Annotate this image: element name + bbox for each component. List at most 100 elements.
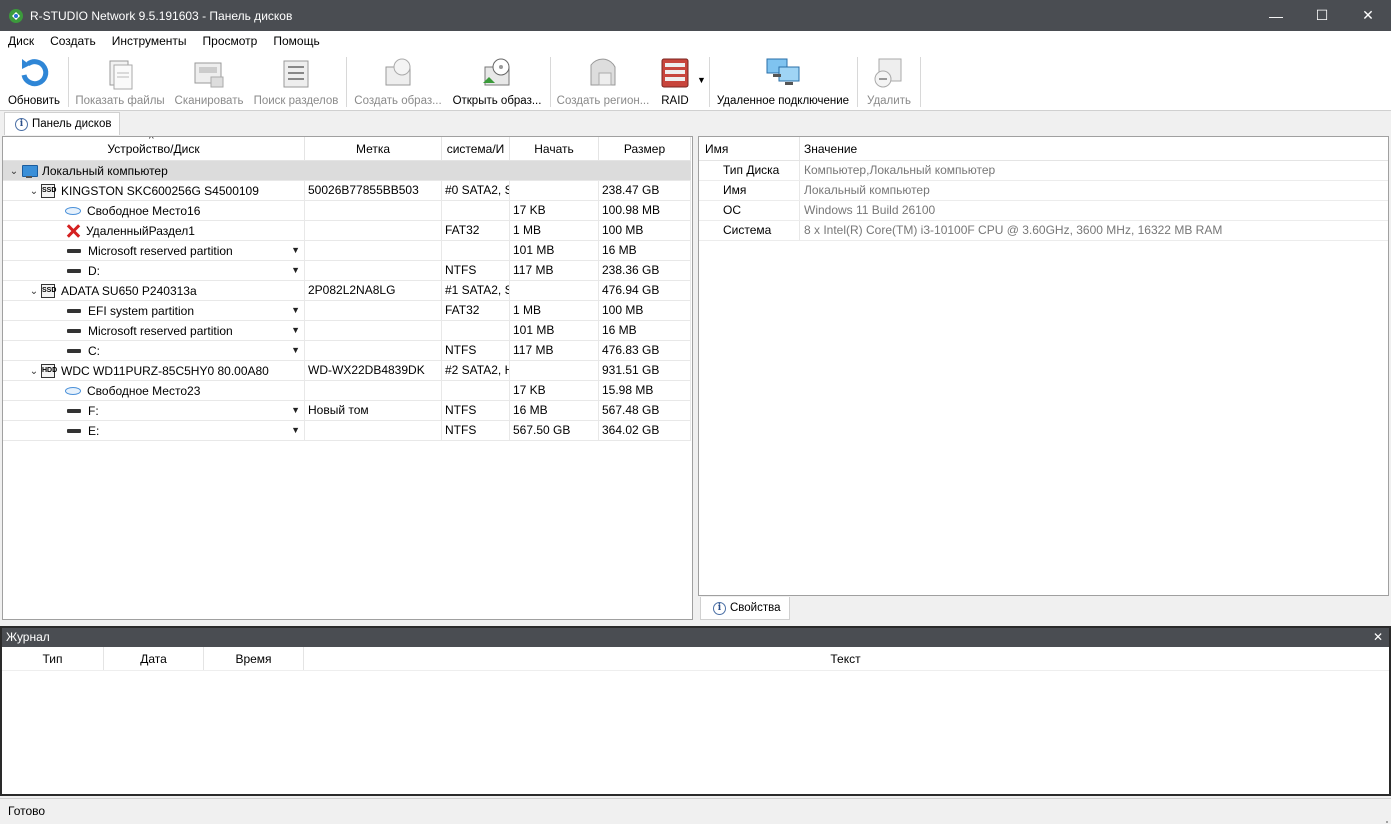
create-region-icon: [585, 55, 621, 91]
log-header: Журнал ✕: [2, 628, 1389, 647]
toolbar-separator: [920, 57, 921, 107]
disk-grid-header: ^ Устройство/Диск Метка система/И Начать…: [3, 137, 691, 161]
dropdown-arrow-icon[interactable]: ▼: [291, 241, 300, 260]
menu-disk[interactable]: Диск: [0, 31, 42, 51]
app-icon: [8, 8, 24, 24]
table-row[interactable]: Свободное Место23 17 KB 15.98 MB: [3, 381, 691, 401]
menu-help[interactable]: Помощь: [265, 31, 327, 51]
menu-tools[interactable]: Инструменты: [104, 31, 195, 51]
info-icon: i: [713, 601, 726, 615]
property-row[interactable]: Имя Локальный компьютер: [699, 181, 1388, 201]
log-title: Журнал: [6, 630, 50, 644]
property-row[interactable]: Система 8 x Intel(R) Core(TM) i3-10100F …: [699, 221, 1388, 241]
partition-icon: [67, 309, 81, 313]
column-device[interactable]: ^ Устройство/Диск: [3, 137, 305, 161]
refresh-icon: [16, 55, 52, 91]
delete-button[interactable]: Удалить: [862, 55, 916, 109]
column-type[interactable]: Тип: [2, 647, 104, 670]
tab-disk-panel[interactable]: i Панель дисков: [4, 112, 120, 135]
partition-icon: [67, 329, 81, 333]
scan-icon: [191, 55, 227, 91]
files-icon: [102, 55, 138, 91]
create-region-button[interactable]: Создать регион...: [556, 55, 650, 109]
refresh-button[interactable]: Обновить: [6, 55, 62, 109]
column-label[interactable]: Метка: [305, 137, 442, 161]
table-row[interactable]: F: ▼ Новый том NTFS 16 MB 567.48 GB: [3, 401, 691, 421]
dropdown-arrow-icon[interactable]: ▼: [291, 421, 300, 440]
partition-icon: [67, 429, 81, 433]
column-time[interactable]: Время: [204, 647, 304, 670]
open-image-button[interactable]: Открыть образ...: [450, 55, 544, 109]
table-row[interactable]: E: ▼ NTFS 567.50 GB 364.02 GB: [3, 421, 691, 441]
remote-computers-icon: [765, 55, 801, 91]
partition-icon: [67, 409, 81, 413]
minimize-button[interactable]: —: [1253, 0, 1299, 31]
tab-properties[interactable]: i Свойства: [700, 597, 790, 620]
table-row[interactable]: УдаленныйРаздел1 FAT32 1 MB 100 MB: [3, 221, 691, 241]
table-row[interactable]: ⌄ HDD WDC WD11PURZ-85C5HY0 80.00A80 WD-W…: [3, 361, 691, 381]
close-button[interactable]: ✕: [1345, 0, 1391, 31]
ssd-icon: SSD: [41, 284, 56, 298]
create-image-button[interactable]: Создать образ...: [352, 55, 444, 109]
remote-connection-button[interactable]: Удаленное подключение: [716, 55, 850, 109]
dropdown-arrow-icon[interactable]: ▼: [291, 301, 300, 320]
column-start[interactable]: Начать: [510, 137, 599, 161]
log-panel: Журнал ✕ Тип Дата Время Текст: [0, 626, 1391, 796]
menu-create[interactable]: Создать: [42, 31, 104, 51]
raid-icon: [657, 55, 693, 91]
scan-button[interactable]: Сканировать: [172, 55, 246, 109]
collapse-chevron-icon[interactable]: ⌄: [27, 362, 41, 381]
collapse-chevron-icon[interactable]: ⌄: [27, 282, 41, 301]
menu-bar: Диск Создать Инструменты Просмотр Помощь: [0, 31, 1391, 51]
table-row[interactable]: C: ▼ NTFS 117 MB 476.83 GB: [3, 341, 691, 361]
hdd-icon: HDD: [41, 364, 57, 378]
log-close-icon[interactable]: ✕: [1373, 628, 1383, 647]
info-icon: i: [15, 117, 28, 131]
properties-panel: Имя Значение Тип Диска Компьютер,Локальн…: [698, 136, 1389, 596]
window-title: R-STUDIO Network 9.5.191603 - Панель дис…: [30, 8, 293, 23]
computer-icon: [21, 164, 38, 178]
open-image-icon: [479, 55, 515, 91]
find-partitions-button[interactable]: Поиск разделов: [252, 55, 340, 109]
column-name[interactable]: Имя: [699, 137, 800, 161]
collapse-chevron-icon[interactable]: ⌄: [7, 162, 21, 181]
column-size[interactable]: Размер: [599, 137, 691, 161]
find-partitions-icon: [278, 55, 314, 91]
table-row[interactable]: D: ▼ NTFS 117 MB 238.36 GB: [3, 261, 691, 281]
dropdown-arrow-icon[interactable]: ▼: [291, 321, 300, 340]
resize-grip-icon[interactable]: [1379, 812, 1389, 823]
property-row[interactable]: Тип Диска Компьютер,Локальный компьютер: [699, 161, 1388, 181]
table-row[interactable]: ⌄ Локальный компьютер: [3, 161, 691, 181]
toolbar-separator: [709, 57, 710, 107]
column-text[interactable]: Текст: [304, 647, 1387, 670]
dropdown-arrow-icon[interactable]: ▼: [291, 401, 300, 420]
table-row[interactable]: ⌄ SSD ADATA SU650 P240313a 2P082L2NA8LG …: [3, 281, 691, 301]
table-row[interactable]: EFI system partition ▼ FAT32 1 MB 100 MB: [3, 301, 691, 321]
property-row[interactable]: ОС Windows 11 Build 26100: [699, 201, 1388, 221]
raid-button[interactable]: RAID: [656, 55, 694, 109]
menu-view[interactable]: Просмотр: [195, 31, 266, 51]
dropdown-arrow-icon[interactable]: ▼: [291, 341, 300, 360]
show-files-button[interactable]: Показать файлы: [74, 55, 166, 109]
toolbar-separator: [68, 57, 69, 107]
toolbar-separator: [550, 57, 551, 107]
column-filesystem[interactable]: система/И: [442, 137, 510, 161]
table-row[interactable]: Microsoft reserved partition ▼ 101 MB 16…: [3, 321, 691, 341]
table-row[interactable]: Microsoft reserved partition ▼ 101 MB 16…: [3, 241, 691, 261]
table-row[interactable]: Свободное Место16 17 KB 100.98 MB: [3, 201, 691, 221]
maximize-button[interactable]: ☐: [1299, 0, 1345, 31]
deleted-partition-icon: [65, 224, 81, 238]
raid-dropdown-arrow-icon[interactable]: ▼: [697, 75, 706, 85]
disk-grid-panel: ^ Устройство/Диск Метка система/И Начать…: [2, 136, 693, 620]
status-bar: Готово: [0, 798, 1391, 824]
column-date[interactable]: Дата: [104, 647, 204, 670]
sort-ascending-icon: ^: [149, 137, 154, 145]
title-bar: R-STUDIO Network 9.5.191603 - Панель дис…: [0, 0, 1391, 31]
column-value[interactable]: Значение: [800, 137, 1388, 161]
dropdown-arrow-icon[interactable]: ▼: [291, 261, 300, 280]
collapse-chevron-icon[interactable]: ⌄: [27, 182, 41, 201]
log-columns: Тип Дата Время Текст: [2, 647, 1389, 671]
table-row[interactable]: ⌄ SSD KINGSTON SKC600256G S4500109 50026…: [3, 181, 691, 201]
toolbar: Обновить Показать файлы Сканировать Поис…: [0, 51, 1391, 111]
free-space-icon: [65, 387, 81, 395]
